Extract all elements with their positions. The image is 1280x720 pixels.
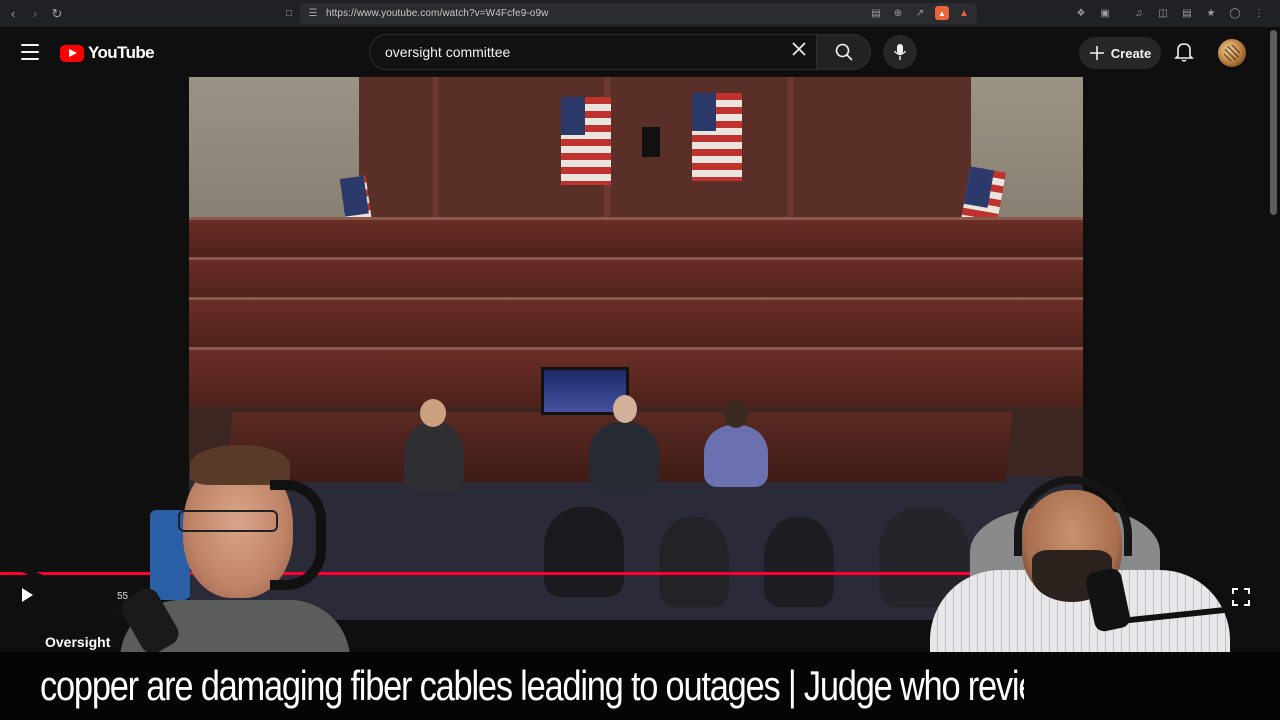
- video-scene-audience: [764, 517, 834, 607]
- search-box: [369, 34, 817, 70]
- wallet-icon[interactable]: ▤: [1180, 6, 1194, 20]
- page-scrollbar[interactable]: [1270, 30, 1277, 215]
- address-bar[interactable]: ☰ https://www.youtube.com/watch?v=W4Fcfe…: [300, 3, 977, 24]
- news-ticker: copper are damaging fiber cables leading…: [0, 652, 1280, 720]
- reload-icon[interactable]: ↻: [48, 5, 66, 23]
- url-text: https://www.youtube.com/watch?v=W4Fcfe9-…: [326, 8, 549, 19]
- webcam-host-glasses: [178, 510, 278, 532]
- webcam-headphones: [270, 480, 326, 590]
- shield-icon[interactable]: ▲: [935, 6, 949, 20]
- webcam-host-right: [930, 470, 1230, 652]
- video-scene-dais: [189, 257, 1083, 299]
- rewards-icon[interactable]: ▲: [957, 6, 971, 20]
- ticker-text: copper are damaging fiber cables leading…: [40, 662, 1024, 709]
- create-button[interactable]: Create: [1079, 37, 1161, 69]
- youtube-header: YouTube Create: [0, 27, 1280, 77]
- youtube-logo-icon: [60, 44, 84, 62]
- plus-icon: [1089, 46, 1104, 60]
- video-scene-flag: [692, 93, 742, 181]
- overlay-title: Oversight: [45, 634, 111, 650]
- zoom-icon[interactable]: ⊕: [891, 6, 905, 20]
- video-scene-flag: [561, 97, 611, 185]
- reader-mode-icon[interactable]: ▤: [869, 6, 883, 20]
- video-scene-audience: [659, 517, 729, 607]
- video-scene-door: [642, 127, 660, 157]
- close-icon[interactable]: [786, 39, 812, 65]
- bookmark-icon[interactable]: □: [282, 6, 296, 20]
- address-bar-actions: ▤ ⊕ ↗ ▲ ▲: [869, 6, 971, 20]
- extensions-icon[interactable]: ❖: [1074, 6, 1088, 20]
- webcam-host-hair: [190, 445, 290, 485]
- extension-icons: ❖ ▣ ♫ ◫ ▤ ★ ◯ ⋮: [1074, 6, 1266, 20]
- avatar[interactable]: [1218, 39, 1246, 67]
- video-scene-dais: [189, 297, 1083, 347]
- voice-search-button[interactable]: [883, 35, 917, 69]
- browser-toolbar: ‹ › ↻ □ ☰ https://www.youtube.com/watch?…: [0, 0, 1280, 27]
- puzzle-icon[interactable]: ★: [1204, 6, 1218, 20]
- fullscreen-icon[interactable]: [1229, 586, 1253, 608]
- youtube-logo[interactable]: YouTube: [60, 43, 155, 63]
- share-icon[interactable]: ↗: [913, 6, 927, 20]
- webcam-mic-arm: [8, 560, 139, 625]
- browser-menu-icon[interactable]: ⋮: [1252, 6, 1266, 20]
- bell-icon: [1174, 43, 1194, 62]
- search-input[interactable]: [385, 44, 775, 60]
- site-settings-icon[interactable]: ☰: [306, 6, 320, 20]
- menu-icon[interactable]: [18, 41, 42, 63]
- webcam-headphones: [1014, 476, 1132, 556]
- video-scene-dais: [189, 217, 1083, 257]
- video-scene-witness: [589, 422, 659, 492]
- search-button[interactable]: [817, 34, 871, 70]
- logo-text: YouTube: [88, 43, 155, 62]
- video-scene-witness-head: [724, 400, 748, 428]
- music-icon[interactable]: ♫: [1132, 6, 1146, 20]
- create-label: Create: [1110, 45, 1152, 61]
- mic-icon: [893, 44, 907, 60]
- notifications-button[interactable]: [1172, 40, 1196, 64]
- ticker-viewport: copper are damaging fiber cables leading…: [40, 660, 1024, 712]
- video-scene-audience: [544, 507, 624, 597]
- search-icon: [835, 43, 853, 61]
- video-scene-dais: [189, 347, 1083, 407]
- video-scene-witness-head: [613, 395, 637, 423]
- forward-icon[interactable]: ›: [26, 5, 44, 23]
- vpn-icon[interactable]: ◯: [1228, 6, 1242, 20]
- video-scene-witness: [404, 422, 464, 492]
- sidebar-icon[interactable]: ◫: [1156, 6, 1170, 20]
- webcam-host-left: [0, 440, 380, 652]
- back-icon[interactable]: ‹: [4, 5, 22, 23]
- translate-icon[interactable]: ▣: [1098, 6, 1112, 20]
- video-scene-witness-head: [420, 399, 446, 427]
- video-scene-witness: [704, 425, 768, 487]
